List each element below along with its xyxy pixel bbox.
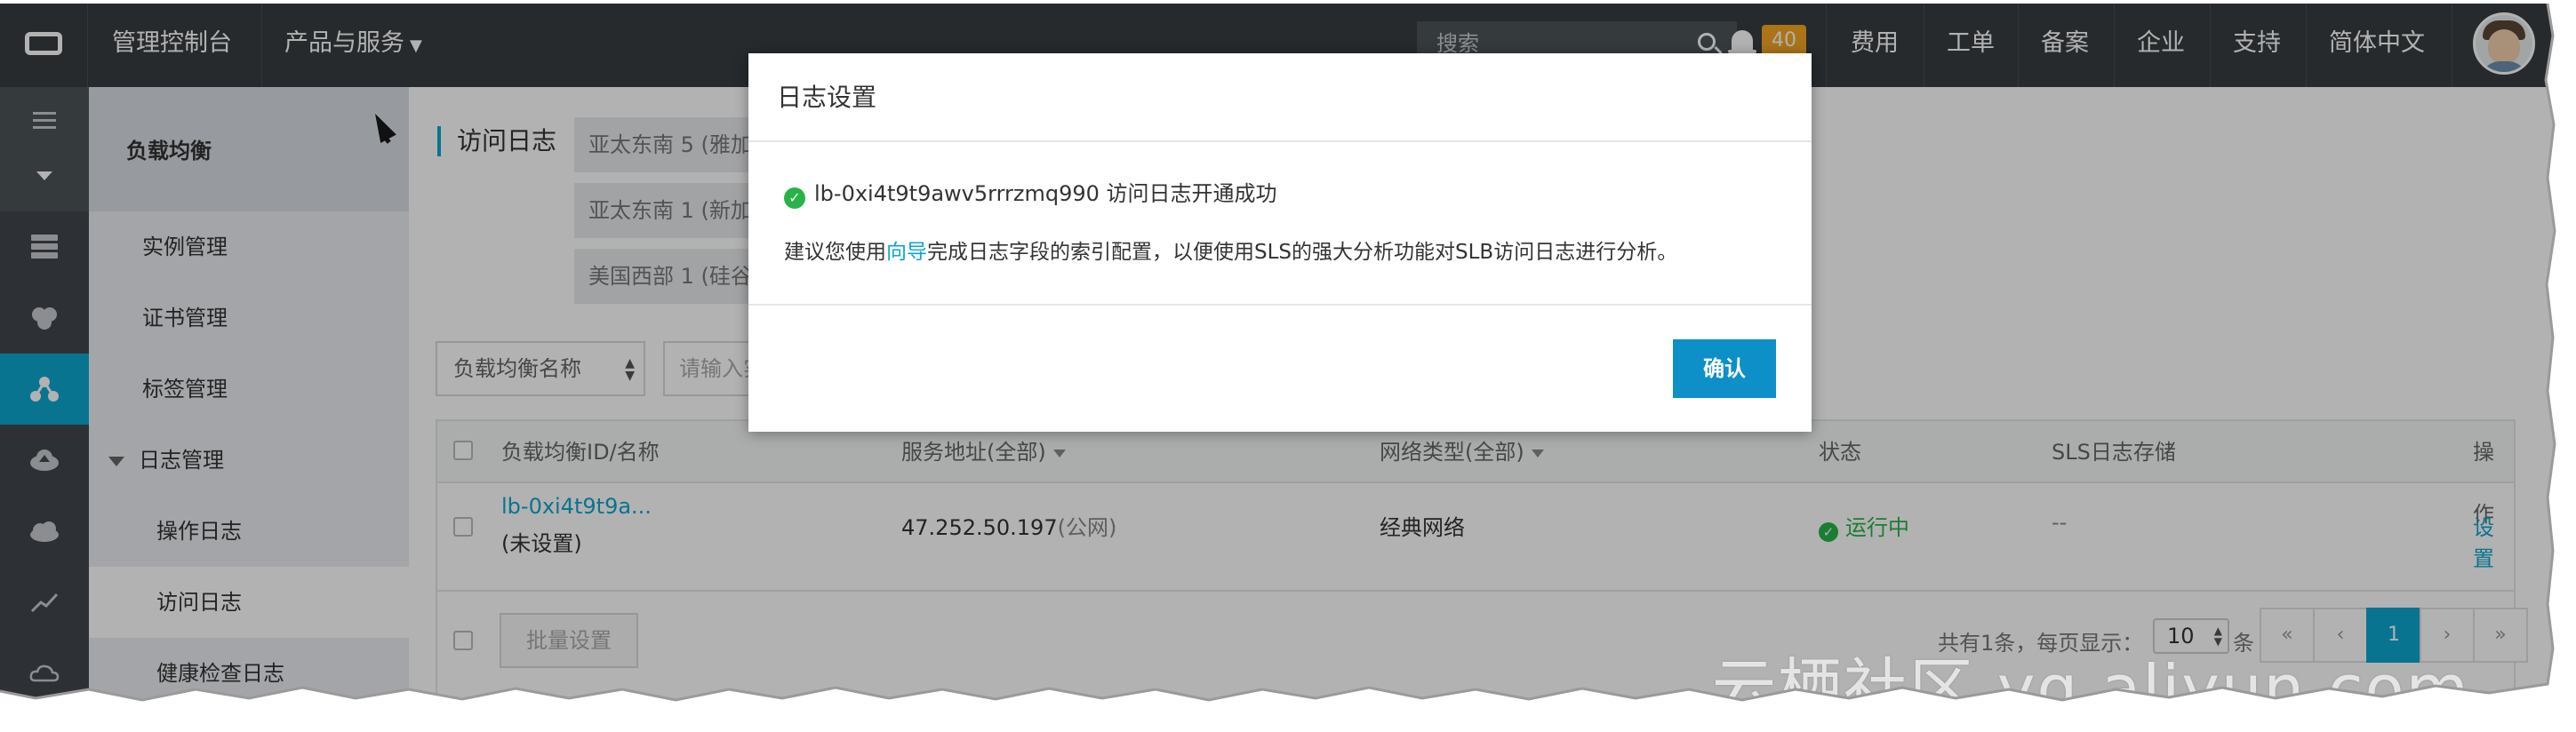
tip-text-before: 建议您使用 — [784, 241, 886, 264]
dialog-footer: 确认 — [748, 304, 1812, 432]
tip-message: 建议您使用向导完成日志字段的索引配置，以便使用SLS的强大分析功能对SLB访问日… — [784, 238, 1677, 267]
tip-text-after: 完成日志字段的索引配置，以便使用SLS的强大分析功能对SLB访问日志进行分析。 — [927, 241, 1678, 264]
dialog-title: 日志设置 — [748, 53, 1812, 142]
confirm-button[interactable]: 确认 — [1673, 339, 1776, 398]
wizard-link[interactable]: 向导 — [886, 241, 927, 264]
success-message: ✓ lb-0xi4t9t9awv5rrrzmq990 访问日志开通成功 — [784, 179, 1277, 209]
watermark: 云栖社区 yq.aliyun.com — [1712, 651, 2470, 726]
success-check-icon: ✓ — [784, 187, 805, 209]
log-settings-dialog: 日志设置 ✓ lb-0xi4t9t9awv5rrrzmq990 访问日志开通成功 … — [748, 53, 1812, 432]
success-text: lb-0xi4t9t9awv5rrrzmq990 访问日志开通成功 — [814, 181, 1277, 206]
